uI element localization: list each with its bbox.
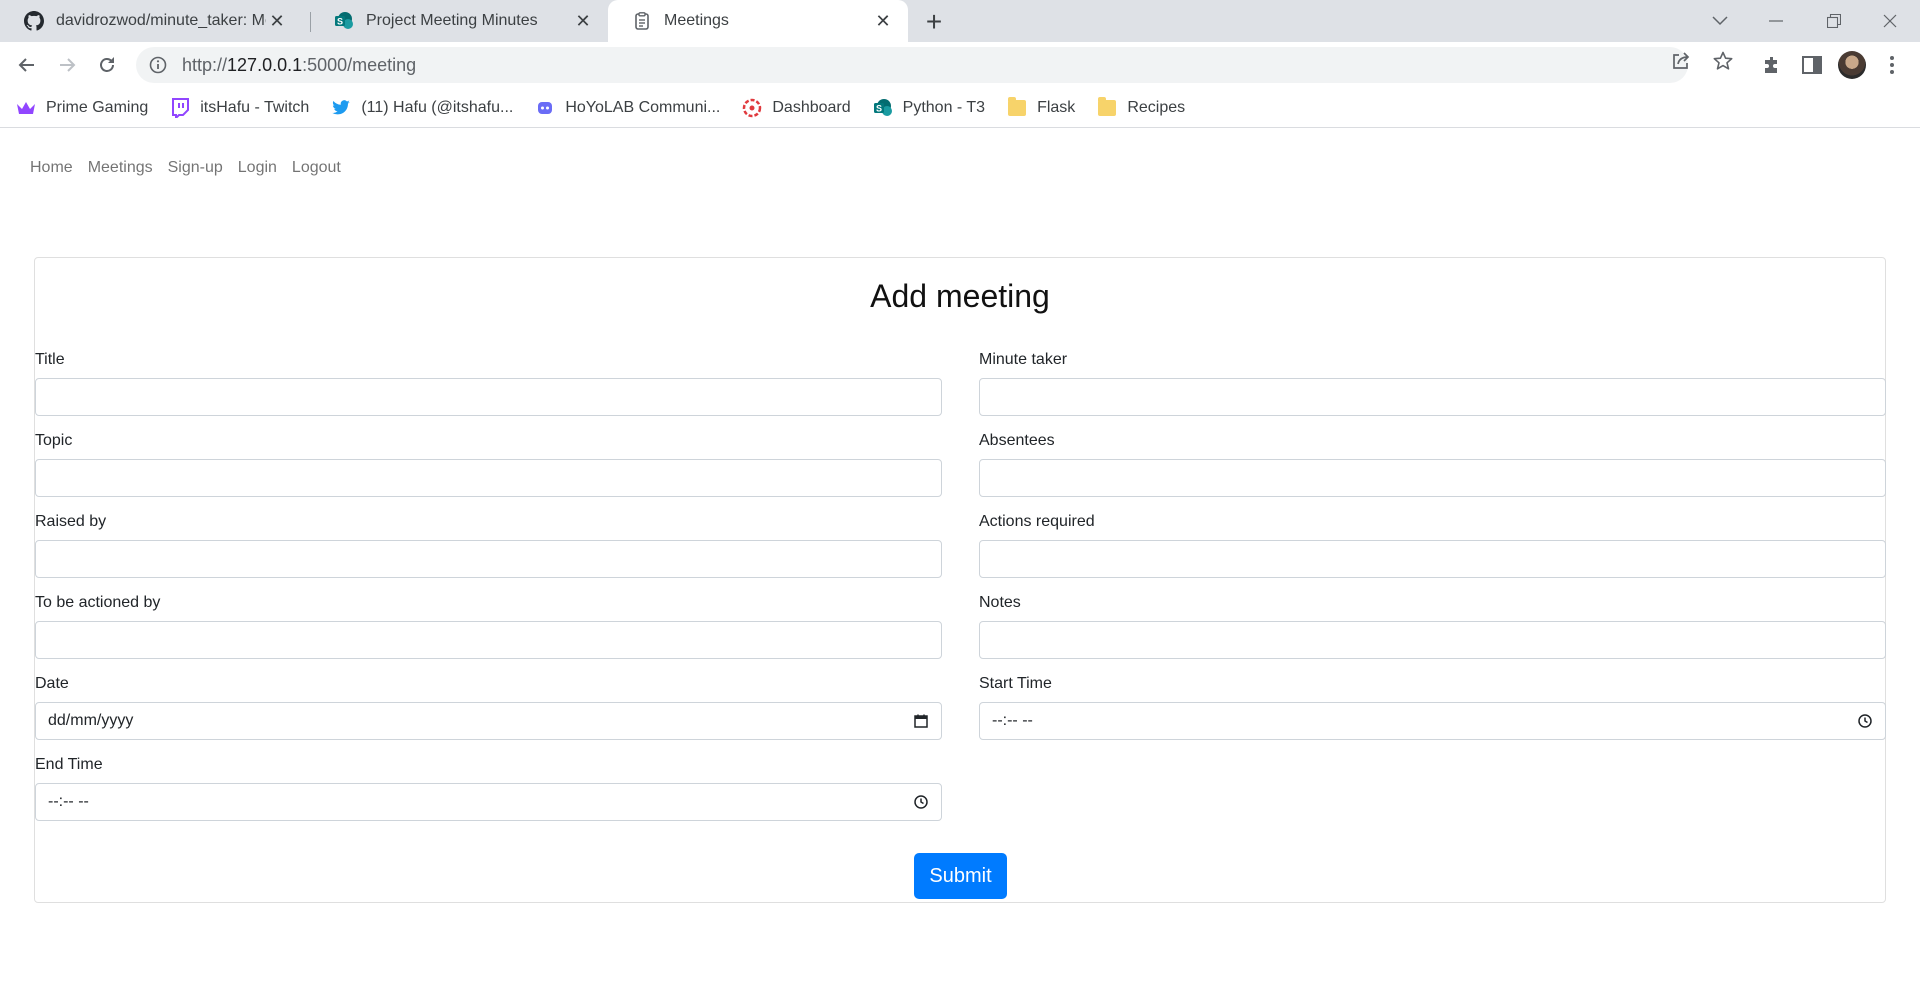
nav-meetings-link[interactable]: Meetings <box>88 159 153 177</box>
dashboard-icon <box>742 98 762 118</box>
bookmark-hoyolab[interactable]: HoYoLAB Communi... <box>535 98 720 118</box>
close-icon[interactable]: ✕ <box>266 10 288 32</box>
nav-login-link[interactable]: Login <box>238 159 277 177</box>
menu-icon[interactable] <box>1878 51 1906 79</box>
topic-group: Topic <box>35 429 942 497</box>
bookmark-star-icon[interactable] <box>1712 50 1734 72</box>
title-input[interactable] <box>35 378 942 416</box>
crown-icon <box>16 98 36 118</box>
absentees-group: Absentees <box>979 429 1886 497</box>
start-time-placeholder: --:-- -- <box>992 712 1033 729</box>
notes-label: Notes <box>979 594 1021 611</box>
tab-search-icon[interactable] <box>1692 0 1748 42</box>
to-be-actioned-by-label: To be actioned by <box>35 594 161 611</box>
date-placeholder: dd/mm/yyyy <box>48 712 134 729</box>
window-close-icon[interactable] <box>1862 0 1918 42</box>
bookmark-twitter[interactable]: (11) Hafu (@itshafu... <box>331 98 513 118</box>
submit-button[interactable]: Submit <box>914 853 1007 899</box>
start-time-input[interactable]: --:-- -- <box>979 702 1886 740</box>
side-panel-icon[interactable] <box>1798 51 1826 79</box>
nav-logout-link[interactable]: Logout <box>292 159 341 177</box>
close-icon[interactable]: ✕ <box>572 10 594 32</box>
title-group: Title <box>35 348 942 416</box>
minute-taker-group: Minute taker <box>979 348 1886 416</box>
site-nav: Home Meetings Sign-up Login Logout <box>30 159 356 177</box>
date-group: Date dd/mm/yyyy <box>35 672 942 740</box>
start-time-label: Start Time <box>979 675 1052 692</box>
end-time-label: End Time <box>35 756 103 773</box>
minute-taker-input[interactable] <box>979 378 1886 416</box>
bookmark-dashboard[interactable]: Dashboard <box>742 98 851 118</box>
end-time-placeholder: --:-- -- <box>48 793 89 810</box>
hoyolab-icon <box>535 98 555 118</box>
date-input[interactable]: dd/mm/yyyy <box>35 702 942 740</box>
back-icon[interactable] <box>11 49 43 81</box>
bookmarks-bar: Prime Gaming itsHafu - Twitch (11) Hafu … <box>0 88 1920 128</box>
twitch-icon <box>170 97 190 118</box>
clock-icon[interactable] <box>913 794 929 810</box>
new-tab-button[interactable]: + <box>920 6 948 37</box>
clock-icon[interactable] <box>1857 713 1873 729</box>
raised-by-input[interactable] <box>35 540 942 578</box>
topic-input[interactable] <box>35 459 942 497</box>
notes-group: Notes <box>979 591 1886 659</box>
title-label: Title <box>35 351 65 368</box>
tab-github[interactable]: davidrozwod/minute_taker: Meth ✕ <box>0 0 302 42</box>
nav-home-link[interactable]: Home <box>30 159 73 177</box>
bookmark-python-t3[interactable]: S Python - T3 <box>873 98 985 118</box>
actions-required-label: Actions required <box>979 513 1095 530</box>
tab-meetings[interactable]: Meetings ✕ <box>608 0 908 42</box>
absentees-label: Absentees <box>979 432 1055 449</box>
end-time-group: End Time --:-- -- <box>35 753 942 821</box>
to-be-actioned-by-input[interactable] <box>35 621 942 659</box>
minute-taker-label: Minute taker <box>979 351 1068 368</box>
raised-by-group: Raised by <box>35 510 942 578</box>
reload-icon[interactable] <box>91 49 123 81</box>
calendar-icon[interactable] <box>913 713 929 729</box>
to-be-actioned-by-group: To be actioned by <box>35 591 942 659</box>
sharepoint-icon: S <box>334 11 354 31</box>
bookmark-folder-flask[interactable]: Flask <box>1007 96 1075 118</box>
close-icon[interactable]: ✕ <box>872 10 894 32</box>
notes-input[interactable] <box>979 621 1886 659</box>
svg-text:S: S <box>337 17 343 27</box>
folder-icon <box>1097 96 1117 118</box>
absentees-input[interactable] <box>979 459 1886 497</box>
add-meeting-card: Add meeting Title Topic Raised by To be … <box>34 257 1886 903</box>
page-content: Home Meetings Sign-up Login Logout Add m… <box>0 129 1920 1008</box>
actions-required-input[interactable] <box>979 540 1886 578</box>
date-label: Date <box>35 675 69 692</box>
github-icon <box>24 11 44 31</box>
page-title: Add meeting <box>870 278 1050 314</box>
actions-required-group: Actions required <box>979 510 1886 578</box>
browser-toolbar: http://127.0.0.1:5000/meeting <box>0 42 1920 88</box>
address-bar[interactable]: http://127.0.0.1:5000/meeting <box>136 47 1688 83</box>
tab-project-meeting-minutes[interactable]: S Project Meeting Minutes ✕ <box>310 0 608 42</box>
profile-avatar[interactable] <box>1838 51 1866 79</box>
tab-strip: davidrozwod/minute_taker: Meth ✕ S Proje… <box>0 0 1920 42</box>
tab-title: Meetings <box>664 12 729 29</box>
extensions-icon[interactable] <box>1758 51 1786 79</box>
twitter-icon <box>331 98 351 118</box>
topic-label: Topic <box>35 432 73 449</box>
forward-icon[interactable] <box>51 49 83 81</box>
bookmark-folder-recipes[interactable]: Recipes <box>1097 96 1185 118</box>
page-icon <box>632 11 652 31</box>
tab-title: Project Meeting Minutes <box>366 12 538 29</box>
restore-icon[interactable] <box>1806 0 1862 42</box>
minimize-icon[interactable] <box>1748 0 1804 42</box>
sharepoint-icon: S <box>873 98 893 118</box>
info-icon[interactable] <box>148 55 168 75</box>
bookmark-prime-gaming[interactable]: Prime Gaming <box>16 98 148 118</box>
url-text: http://127.0.0.1:5000/meeting <box>182 54 417 75</box>
share-icon[interactable] <box>1670 50 1692 72</box>
tab-title: davidrozwod/minute_taker: Meth <box>56 12 266 29</box>
svg-text:S: S <box>876 103 882 113</box>
bookmark-twitch[interactable]: itsHafu - Twitch <box>170 97 309 118</box>
raised-by-label: Raised by <box>35 513 107 530</box>
start-time-group: Start Time --:-- -- <box>979 672 1886 740</box>
nav-signup-link[interactable]: Sign-up <box>168 159 223 177</box>
folder-icon <box>1007 96 1027 118</box>
end-time-input[interactable]: --:-- -- <box>35 783 942 821</box>
